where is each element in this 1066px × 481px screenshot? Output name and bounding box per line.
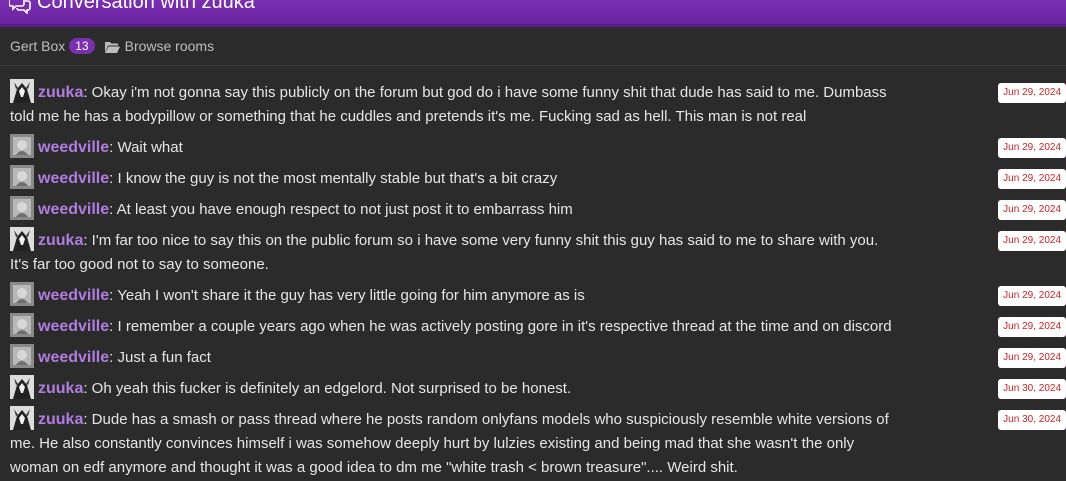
message-row: weedville: At least you have enough resp…	[0, 196, 1066, 223]
username-link[interactable]: zuuka	[38, 411, 83, 428]
avatar[interactable]	[10, 282, 34, 307]
avatar[interactable]	[10, 227, 34, 252]
timestamp: Jun 29, 2024	[998, 317, 1066, 338]
username-link[interactable]: weedville	[38, 287, 109, 304]
browse-rooms-link[interactable]: Browse rooms	[104, 38, 215, 54]
message-row: zuuka: Dude has a smash or pass thread w…	[0, 406, 1066, 481]
username-link[interactable]: weedville	[38, 201, 109, 218]
avatar[interactable]	[10, 313, 34, 338]
message-text: : Yeah I won't share it the guy has very…	[109, 287, 585, 305]
sub-navigation: Gert Box 13 Browse rooms	[0, 27, 1066, 66]
chat-bubbles-icon	[9, 0, 31, 14]
avatar[interactable]	[10, 79, 34, 104]
message-row: zuuka: I'm far too nice to say this on t…	[0, 227, 1066, 278]
message-text: : Wait what	[109, 139, 183, 157]
timestamp: Jun 29, 2024	[998, 348, 1066, 369]
message-row: weedville: Just a fun fact Jun 29, 2024	[0, 344, 1066, 371]
timestamp: Jun 29, 2024	[998, 286, 1066, 307]
message-row: weedville: Yeah I won't share it the guy…	[0, 282, 1066, 309]
avatar[interactable]	[10, 165, 34, 190]
message-text: : Dude has a smash or pass thread where …	[10, 411, 889, 477]
timestamp: Jun 29, 2024	[998, 231, 1066, 252]
page-header: Conversation with zuuka	[0, 0, 1066, 27]
username-link[interactable]: zuuka	[38, 232, 83, 249]
timestamp: Jun 30, 2024	[998, 379, 1066, 400]
message-text: : Okay i'm not gonna say this publicly o…	[10, 84, 887, 126]
message-text: : I'm far too nice to say this on the pu…	[10, 232, 879, 274]
gert-box-label: Gert Box	[10, 38, 66, 54]
message-text: : I remember a couple years ago when he …	[109, 318, 892, 336]
gert-box-link[interactable]: Gert Box 13	[10, 38, 105, 54]
message-row: zuuka: Okay i'm not gonna say this publi…	[0, 79, 1066, 130]
avatar[interactable]	[10, 344, 34, 369]
message-text: : Just a fun fact	[109, 349, 211, 367]
timestamp: Jun 29, 2024	[998, 138, 1066, 159]
username-link[interactable]: weedville	[38, 139, 109, 156]
avatar[interactable]	[10, 375, 34, 400]
avatar[interactable]	[10, 134, 34, 159]
folder-open-icon	[104, 40, 120, 53]
timestamp: Jun 29, 2024	[998, 169, 1066, 190]
message-row: weedville: I know the guy is not the mos…	[0, 165, 1066, 192]
username-link[interactable]: weedville	[38, 170, 109, 187]
timestamp: Jun 29, 2024	[998, 200, 1066, 221]
username-link[interactable]: zuuka	[38, 380, 83, 397]
username-link[interactable]: zuuka	[38, 84, 83, 101]
message-text: : I know the guy is not the most mentall…	[109, 170, 558, 188]
username-link[interactable]: weedville	[38, 349, 109, 366]
unread-count-badge: 13	[69, 38, 95, 54]
message-text: : Oh yeah this fucker is definitely an e…	[83, 380, 572, 398]
message-row: zuuka: Oh yeah this fucker is definitely…	[0, 375, 1066, 402]
message-list: zuuka: Okay i'm not gonna say this publi…	[0, 66, 1066, 481]
timestamp: Jun 29, 2024	[998, 83, 1066, 103]
message-text: : At least you have enough respect to no…	[109, 201, 573, 219]
username-link[interactable]: weedville	[38, 318, 109, 335]
browse-rooms-label: Browse rooms	[124, 38, 215, 54]
message-row: weedville: I remember a couple years ago…	[0, 313, 1066, 340]
message-row: weedville: Wait what Jun 29, 2024	[0, 134, 1066, 161]
avatar[interactable]	[10, 406, 34, 431]
page-title: Conversation with zuuka	[37, 0, 255, 13]
avatar[interactable]	[10, 196, 34, 221]
timestamp: Jun 30, 2024	[998, 410, 1066, 431]
